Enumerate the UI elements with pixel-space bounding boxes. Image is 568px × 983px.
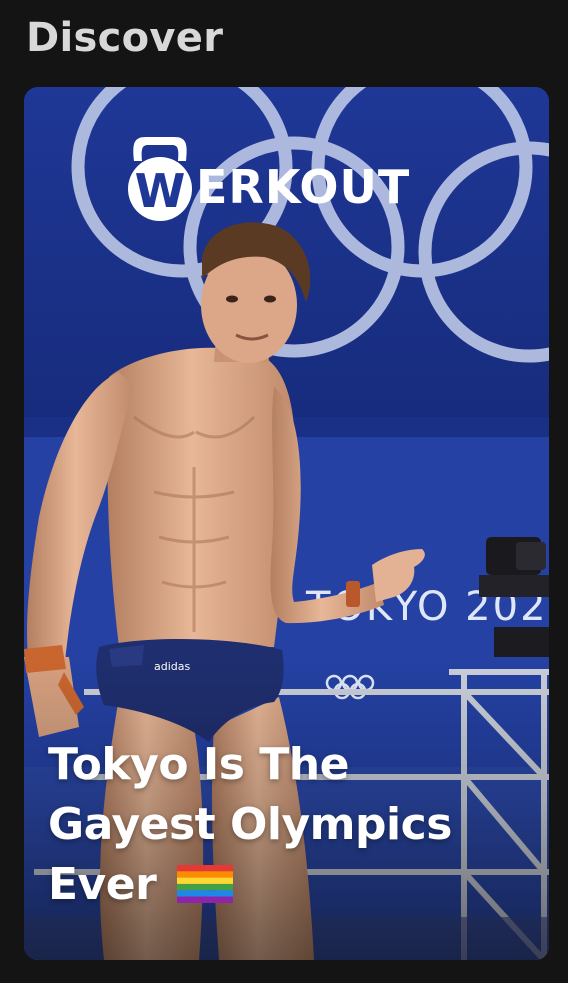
headline-line-1: Tokyo Is The [48,739,349,790]
rainbow-flag-icon [177,865,234,903]
article-headline: Tokyo Is The Gayest Olympics Ever [48,735,518,915]
headline-line-2: Gayest Olympics [48,799,452,850]
brand-name: ERKOUT [196,160,411,214]
swimwear-brand: adidas [154,660,191,673]
article-card[interactable]: TOKYO 2020 adidas W ERKOUT Tokyo Is The … [24,87,549,960]
logo-letter: W [135,164,186,218]
brand-logo: W ERKOUT [126,131,410,223]
headline-line-3: Ever [48,859,157,910]
discover-screen: Discover TOKYO 2020 adidas W ERKOUT Toky… [0,0,568,983]
section-title: Discover [26,15,224,61]
kettlebell-logo-icon: W [128,137,192,221]
